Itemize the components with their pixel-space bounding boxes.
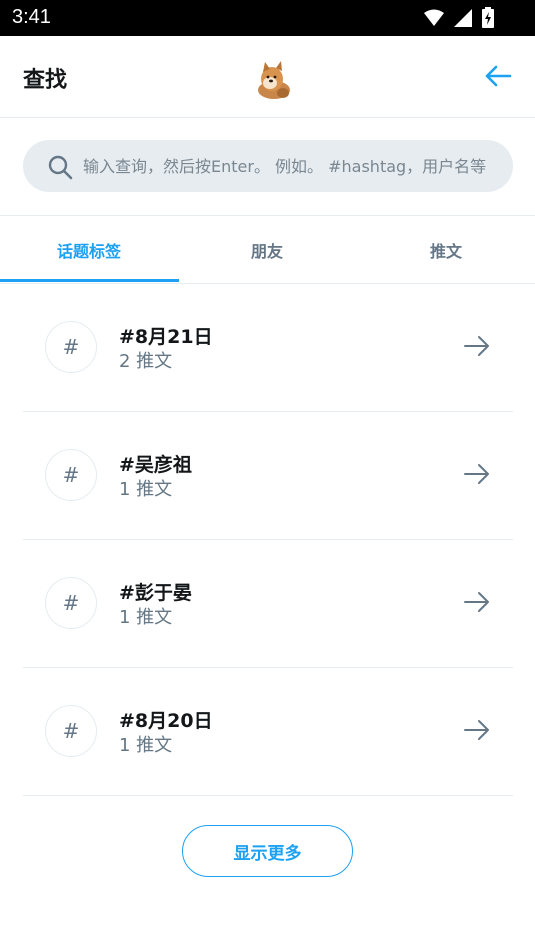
arrow-right-icon[interactable] xyxy=(463,335,491,357)
status-time: 3:41 xyxy=(12,6,51,28)
search-section xyxy=(0,118,535,216)
tweet-count: 1 推文 xyxy=(119,479,173,500)
tab-tweets[interactable]: 推文 xyxy=(357,216,535,284)
search-bar[interactable] xyxy=(23,140,513,192)
hashtag-title: #彭于晏 xyxy=(119,582,192,604)
hashtag-title: #8月20日 xyxy=(119,710,213,732)
tab-bar: 话题标签 朋友 推文 xyxy=(0,216,535,284)
search-input[interactable] xyxy=(83,140,511,192)
hashtag-title: #8月21日 xyxy=(119,326,213,348)
hashtag-row[interactable]: # #8月20日 1 推文 xyxy=(23,668,513,796)
hashtag-icon: # xyxy=(45,705,97,757)
arrow-right-icon[interactable] xyxy=(463,591,491,613)
back-arrow-button[interactable] xyxy=(484,64,512,88)
top-app-bar: 查找 xyxy=(0,36,535,118)
hashtag-row[interactable]: # #8月21日 2 推文 xyxy=(23,284,513,412)
search-icon xyxy=(48,155,73,180)
hashtag-list: # #8月21日 2 推文 # #吴彦祖 1 推文 # #彭于晏 1 推文 # … xyxy=(0,284,535,796)
wifi-icon xyxy=(424,9,444,26)
hashtag-row[interactable]: # #吴彦祖 1 推文 xyxy=(23,412,513,540)
tab-friends[interactable]: 朋友 xyxy=(178,216,356,284)
hashtag-icon: # xyxy=(45,577,97,629)
tweet-count: 1 推文 xyxy=(119,735,173,756)
tweet-count: 2 推文 xyxy=(119,351,173,372)
shiba-dog-avatar xyxy=(258,61,290,99)
arrow-right-icon[interactable] xyxy=(463,719,491,741)
hashtag-icon: # xyxy=(45,449,97,501)
battery-charging-icon xyxy=(482,7,494,28)
hashtag-title: #吴彦祖 xyxy=(119,454,192,476)
status-icons xyxy=(423,6,495,30)
status-bar: 3:41 xyxy=(0,0,535,36)
tab-hashtags[interactable]: 话题标签 xyxy=(0,216,178,284)
active-tab-indicator xyxy=(0,279,179,282)
arrow-right-icon[interactable] xyxy=(463,463,491,485)
show-more-button[interactable]: 显示更多 xyxy=(182,825,353,877)
tweet-count: 1 推文 xyxy=(119,607,173,628)
hashtag-icon: # xyxy=(45,321,97,373)
signal-icon xyxy=(454,9,472,27)
hashtag-row[interactable]: # #彭于晏 1 推文 xyxy=(23,540,513,668)
page-title: 查找 xyxy=(23,68,68,93)
